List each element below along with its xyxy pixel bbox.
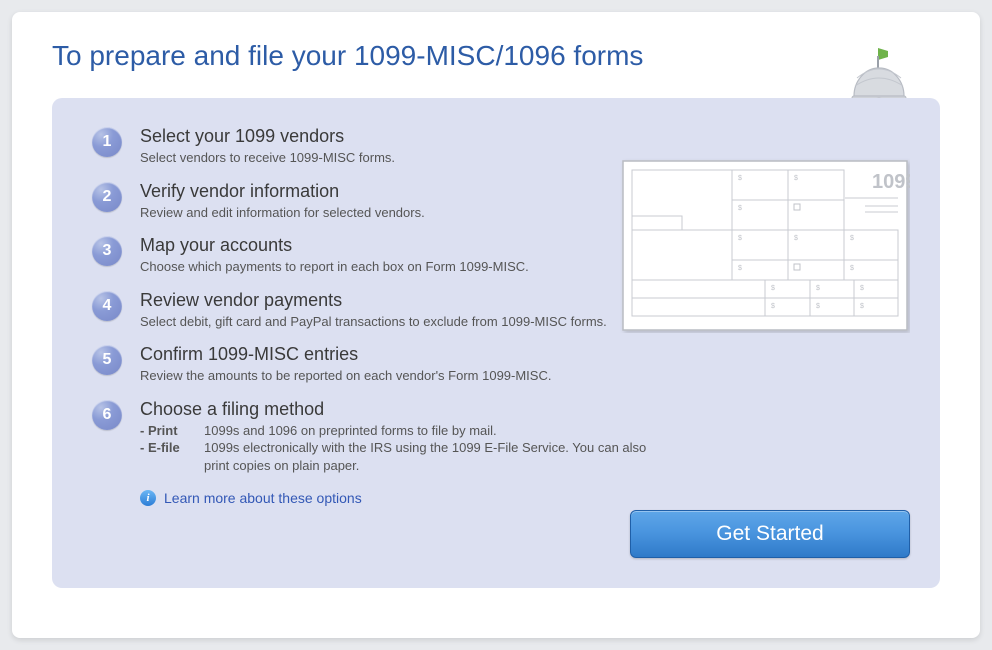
form-1099-preview-icon: 1099 <box>620 158 910 333</box>
step-badge: 1 <box>92 127 122 157</box>
step-desc: Select vendors to receive 1099-MISC form… <box>140 149 652 167</box>
info-icon: i <box>140 490 156 506</box>
step-desc: Select debit, gift card and PayPal trans… <box>140 313 652 331</box>
svg-text:$: $ <box>738 235 742 242</box>
step-5: 5 Confirm 1099-MISC entries Review the a… <box>92 344 652 385</box>
step-title: Verify vendor information <box>140 181 652 202</box>
step-badge: 5 <box>92 345 122 375</box>
svg-text:$: $ <box>860 303 864 310</box>
step-badge: 2 <box>92 182 122 212</box>
step-4: 4 Review vendor payments Select debit, g… <box>92 290 652 331</box>
svg-text:$: $ <box>738 205 742 212</box>
step-title: Map your accounts <box>140 235 652 256</box>
step-title: Confirm 1099-MISC entries <box>140 344 652 365</box>
get-started-button[interactable]: Get Started <box>630 510 910 558</box>
svg-text:$: $ <box>794 235 798 242</box>
step-badge: 4 <box>92 291 122 321</box>
step-6: 6 Choose a filing method - Print 1099s a… <box>92 399 652 475</box>
steps-list: 1 Select your 1099 vendors Select vendor… <box>92 126 652 474</box>
step-title: Choose a filing method <box>140 399 652 420</box>
svg-text:$: $ <box>850 265 854 272</box>
page-title: To prepare and file your 1099-MISC/1096 … <box>52 40 940 72</box>
svg-text:$: $ <box>794 175 798 182</box>
print-text: 1099s and 1096 on preprinted forms to fi… <box>204 422 652 440</box>
svg-text:$: $ <box>816 285 820 292</box>
step-3: 3 Map your accounts Choose which payment… <box>92 235 652 276</box>
svg-text:$: $ <box>816 303 820 310</box>
learn-more-row: i Learn more about these options <box>140 490 910 506</box>
svg-text:$: $ <box>771 303 775 310</box>
svg-text:$: $ <box>850 235 854 242</box>
step-desc: Review and edit information for selected… <box>140 204 652 222</box>
svg-text:$: $ <box>771 285 775 292</box>
step-1: 1 Select your 1099 vendors Select vendor… <box>92 126 652 167</box>
step-desc: - Print 1099s and 1096 on preprinted for… <box>140 422 652 475</box>
step-title: Review vendor payments <box>140 290 652 311</box>
form-1099-label: 1099 <box>872 171 910 193</box>
step-badge: 6 <box>92 400 122 430</box>
svg-text:$: $ <box>738 265 742 272</box>
step-badge: 3 <box>92 236 122 266</box>
svg-text:$: $ <box>860 285 864 292</box>
print-label: - Print <box>140 422 194 440</box>
step-desc: Review the amounts to be reported on eac… <box>140 367 652 385</box>
efile-text: 1099s electronically with the IRS using … <box>204 439 652 474</box>
step-desc: Choose which payments to report in each … <box>140 258 652 276</box>
learn-more-link[interactable]: Learn more about these options <box>164 490 362 506</box>
steps-panel: 1099 <box>52 98 940 588</box>
wizard-card: To prepare and file your 1099-MISC/1096 … <box>12 12 980 638</box>
step-title: Select your 1099 vendors <box>140 126 652 147</box>
svg-text:$: $ <box>738 175 742 182</box>
efile-label: - E-file <box>140 439 194 474</box>
step-2: 2 Verify vendor information Review and e… <box>92 181 652 222</box>
